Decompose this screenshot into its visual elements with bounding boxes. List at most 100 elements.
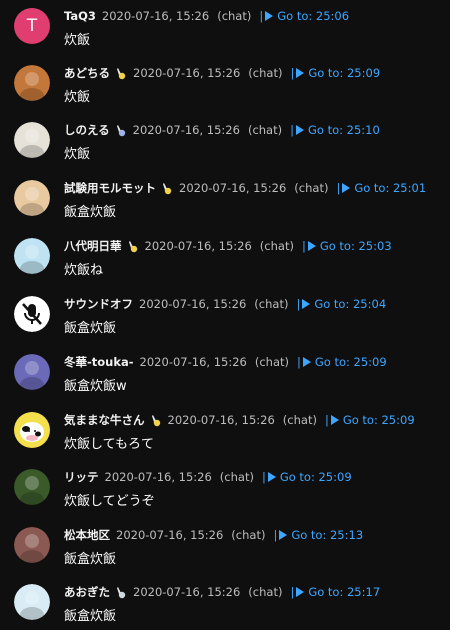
avatar[interactable] [14,296,50,332]
avatar[interactable] [14,180,50,216]
chat-message: 冬華-touka- 2020-07-16, 15:26 (chat) | Go t… [0,354,450,411]
timestamp: 2020-07-16, 15:26 [101,9,210,23]
member-badge-shape [116,124,125,136]
timestamp: 2020-07-16, 15:26 [179,181,287,195]
play-icon [279,530,288,540]
author-name[interactable]: サウンドオフ [64,296,133,312]
play-icon [307,241,316,251]
goto-link[interactable]: | Go to: 25:13 [273,528,363,542]
message-meta: 気ままな牛さん 2020-07-16, 15:26 (chat) | Go to:… [64,412,415,428]
goto-label: Go to: 25:09 [342,413,415,427]
message-text: 飯盒炊飯 [64,205,117,220]
play-icon [295,125,304,135]
message-text: 炊飯ね [64,263,104,278]
chat-message: しのえる 2020-07-16, 15:26 (chat) | Go to: 25… [0,122,450,179]
play-icon [265,11,274,21]
goto-link[interactable]: | Go to: 25:04 [296,297,386,311]
goto-link[interactable]: | Go to: 25:17 [290,585,380,599]
source-label: (chat) [231,528,266,542]
avatar[interactable] [14,584,50,620]
avatar[interactable] [14,238,50,274]
message-meta: TaQ3 2020-07-16, 15:26 (chat) | Go to: 25… [64,8,349,24]
avatar-letter: T [26,16,38,36]
timestamp: 2020-07-16, 15:26 [133,66,241,80]
member-badge-icon [116,67,127,80]
timestamp: 2020-07-16, 15:26 [133,585,241,599]
author-name[interactable]: リッテ [64,469,99,485]
author-name[interactable]: あおぎた [64,584,110,600]
source-label: (chat) [217,9,252,23]
author-name[interactable]: 松本地区 [64,527,110,543]
chat-message: サウンドオフ 2020-07-16, 15:26 (chat) | Go to: … [0,296,450,353]
author-name[interactable]: あどちる [64,65,110,81]
author-name[interactable]: 冬華-touka- [64,354,134,370]
member-badge-shape [128,240,137,252]
avatar[interactable]: T [14,8,50,44]
message-text: 飯盒炊飯 [64,321,117,336]
goto-link[interactable]: | Go to: 25:06 [259,9,349,23]
timestamp: 2020-07-16, 15:26 [104,470,212,484]
message-text: 炊飯してどうぞ [64,494,155,509]
goto-label: Go to: 25:13 [291,528,364,542]
author-name[interactable]: しのえる [64,122,110,138]
profile-photo [14,469,50,505]
source-label: (chat) [294,181,329,195]
avatar[interactable] [14,65,50,101]
source-label: (chat) [254,355,289,369]
profile-photo [14,122,50,158]
timestamp: 2020-07-16, 15:26 [116,528,224,542]
profile-photo [14,238,50,274]
message-meta: リッテ 2020-07-16, 15:26 (chat) | Go to: 25:… [64,469,352,485]
message-text: 飯盒炊飯 [64,609,117,624]
cow-avatar-icon [14,412,50,448]
message-meta: あどちる 2020-07-16, 15:26 (chat) | Go to: 25… [64,65,380,81]
timestamp: 2020-07-16, 15:26 [139,355,247,369]
message-meta: 八代明日華 2020-07-16, 15:26 (chat) | Go to: 2… [64,238,392,254]
chat-message: 試験用モルモット 2020-07-16, 15:26 (chat) | Go to… [0,180,450,237]
goto-link[interactable]: | Go to: 25:09 [262,470,352,484]
message-text: 炊飯 [64,33,91,48]
author-name[interactable]: 八代明日華 [64,238,122,254]
author-name[interactable]: 試験用モルモット [64,180,156,196]
avatar[interactable] [14,354,50,390]
avatar[interactable] [14,412,50,448]
message-meta: 冬華-touka- 2020-07-16, 15:26 (chat) | Go t… [64,354,387,370]
avatar[interactable] [14,527,50,563]
source-label: (chat) [248,66,283,80]
goto-link[interactable]: | Go to: 25:09 [297,355,387,369]
member-badge-icon [128,240,139,253]
message-text: 飯盒炊飯 [64,552,117,567]
goto-link[interactable]: | Go to: 25:09 [325,413,415,427]
goto-link[interactable]: | Go to: 25:01 [336,181,426,195]
profile-photo [14,354,50,390]
goto-label: Go to: 25:04 [314,297,387,311]
goto-label: Go to: 25:01 [354,181,427,195]
goto-link[interactable]: | Go to: 25:10 [290,123,380,137]
play-icon [342,183,351,193]
message-text: 炊飯 [64,147,91,162]
play-icon [296,587,305,597]
member-badge-shape [151,414,160,426]
profile-photo [14,65,50,101]
member-badge-icon [116,586,127,599]
play-icon [302,357,311,367]
message-meta: 松本地区 2020-07-16, 15:26 (chat) | Go to: 25… [64,527,363,543]
chat-message: 気ままな牛さん 2020-07-16, 15:26 (chat) | Go to:… [0,412,450,469]
author-name[interactable]: 気ままな牛さん [64,412,145,428]
member-badge-shape [117,586,126,598]
message-text: 炊飯 [64,90,91,105]
profile-photo [14,180,50,216]
source-label: (chat) [247,123,283,137]
timestamp: 2020-07-16, 15:26 [139,297,247,311]
source-label: (chat) [248,585,283,599]
avatar[interactable] [14,469,50,505]
avatar[interactable] [14,122,50,158]
author-name[interactable]: TaQ3 [64,9,96,23]
play-icon [330,415,339,425]
source-label: (chat) [254,297,289,311]
member-badge-icon [162,182,173,195]
goto-link[interactable]: | Go to: 25:09 [290,66,380,80]
play-icon [302,299,311,309]
chat-replay-list: T TaQ3 2020-07-16, 15:26 (chat) | Go to: … [0,0,450,630]
goto-link[interactable]: | Go to: 25:03 [302,239,392,253]
